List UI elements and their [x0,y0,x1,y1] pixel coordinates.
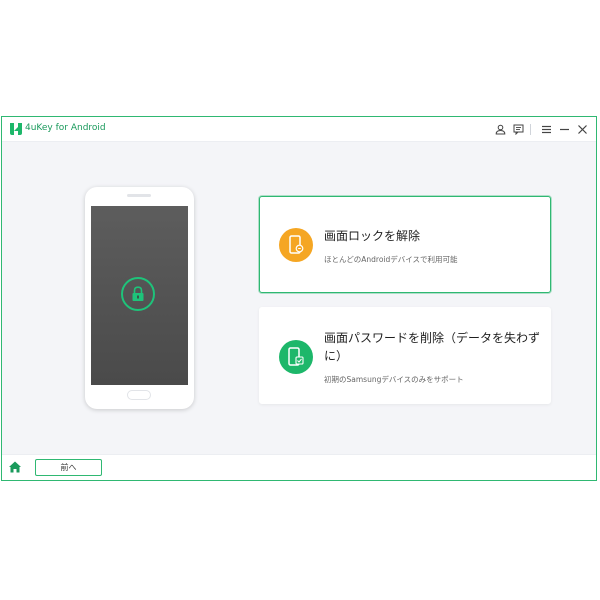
phone-illustration [85,187,194,409]
option-title: 画面パスワードを削除（データを失わずに） [324,331,541,363]
titlebar-divider [530,124,531,135]
phone-screen [91,206,188,385]
app-title: 4uKey for Android [25,123,106,133]
title-bar: 4uKey for Android [2,117,596,142]
feedback-icon[interactable] [511,122,525,136]
option-unlock-screen-card[interactable]: 画面ロックを解除 ほとんどのAndroidデバイスで利用可能 [259,196,551,293]
phone-unlock-icon [279,228,313,262]
close-icon[interactable] [575,122,589,136]
phone-home-button [127,390,151,400]
back-button[interactable]: 前へ [35,459,102,476]
option-remove-password-card[interactable]: 画面パスワードを削除（データを失わずに） 初期のSamsungデバイスのみをサポ… [259,307,551,404]
home-icon[interactable] [8,460,22,474]
app-logo-icon [10,123,22,135]
minimize-icon[interactable] [557,122,571,136]
option-title: 画面ロックを解除 [324,229,421,243]
option-description: 初期のSamsungデバイスのみをサポート [324,375,464,384]
bottom-bar: 前へ [2,454,596,480]
lock-icon [121,277,155,311]
phone-speaker [127,194,151,197]
user-icon[interactable] [493,122,507,136]
phone-verified-icon [279,340,313,374]
menu-icon[interactable] [539,122,553,136]
app-window: 4uKey for Android 画面ロックを解除 ほとんどのAndroidデ… [1,116,597,481]
option-description: ほとんどのAndroidデバイスで利用可能 [324,255,458,264]
